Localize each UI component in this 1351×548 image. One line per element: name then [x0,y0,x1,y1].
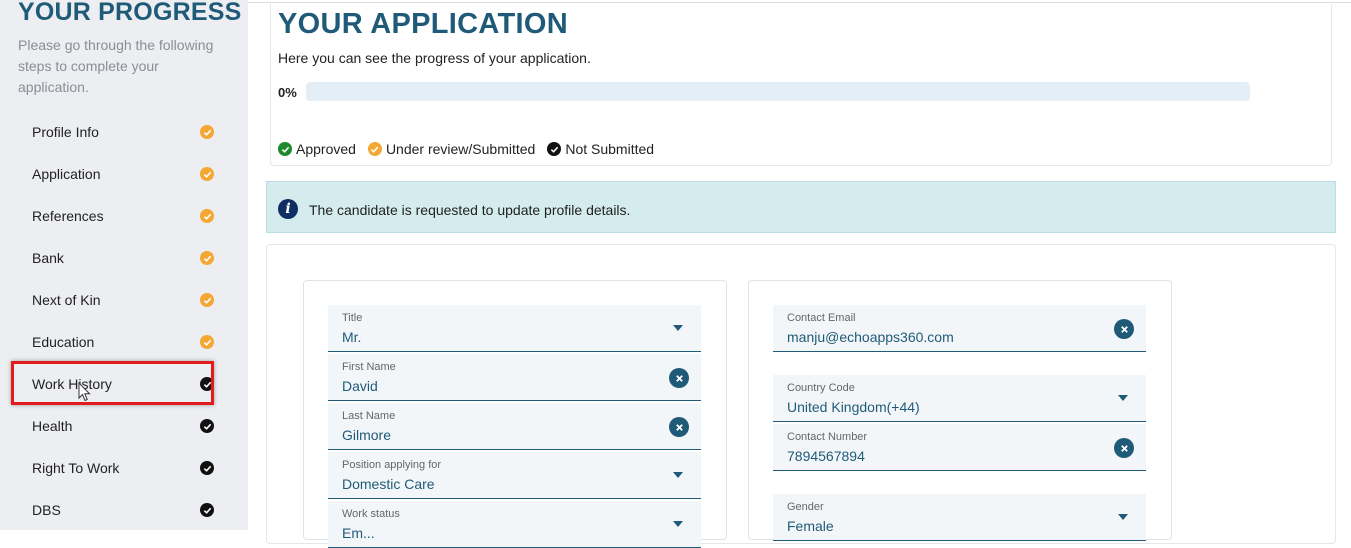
clear-icon[interactable] [1114,319,1134,339]
check-circle-icon [200,335,214,349]
step-dbs[interactable]: DBS [14,493,214,527]
info-message: The candidate is requested to update pro… [309,202,631,218]
legend-label: Under review/Submitted [385,141,536,157]
step-label: Profile Info [32,124,99,140]
contact-email-field[interactable]: Contact Email manju@echoapps360.com [773,305,1146,352]
info-icon: i [278,199,298,219]
mouse-cursor-icon [78,382,91,402]
step-label: References [32,208,104,224]
application-title: YOUR APPLICATION [278,8,568,40]
legend-approved: Approved [278,141,356,157]
top-divider [248,2,1351,3]
field-label: First Name [342,361,396,373]
field-value: manju@echoapps360.com [787,329,954,345]
clear-icon[interactable] [669,368,689,388]
check-circle-icon [200,419,214,433]
step-label: Bank [32,250,64,266]
progress-percent: 0% [278,85,297,100]
step-next-of-kin[interactable]: Next of Kin [14,283,214,317]
contact-number-field[interactable]: Contact Number 7894567894 [773,424,1146,471]
first-name-field[interactable]: First Name David [328,354,701,401]
step-application[interactable]: Application [14,157,214,191]
field-label: Contact Email [787,312,856,324]
step-right-to-work[interactable]: Right To Work [14,451,214,485]
title-select[interactable]: Title Mr. [328,305,701,352]
gender-select[interactable]: Gender Female [773,494,1146,541]
step-references[interactable]: References [14,199,214,233]
field-value: Domestic Care [342,476,435,492]
chevron-down-icon[interactable] [673,325,683,331]
chevron-down-icon[interactable] [1118,395,1128,401]
check-circle-icon [200,209,214,223]
field-label: Work status [342,508,400,520]
check-circle-icon [200,503,214,517]
check-circle-icon [367,142,382,156]
field-value: Em... [342,525,375,541]
progress-sidebar: YOUR PROGRESS Please go through the foll… [0,0,248,530]
step-label: DBS [32,502,61,518]
check-circle-icon [200,461,214,475]
step-label: Next of Kin [32,292,101,308]
check-circle-icon [200,293,214,307]
country-code-select[interactable]: Country Code United Kingdom(+44) [773,375,1146,422]
field-value: David [342,378,378,394]
field-label: Contact Number [787,431,868,443]
legend-under-review: Under review/Submitted [367,141,536,157]
check-circle-icon [200,167,214,181]
step-label: Application [32,166,101,182]
field-label: Last Name [342,410,396,422]
highlight-rectangle [11,361,214,405]
work-status-select[interactable]: Work status Em... [328,501,701,548]
sidebar-title: YOUR PROGRESS [18,0,242,26]
clear-icon[interactable] [669,417,689,437]
field-label: Title [342,312,363,324]
sidebar-description: Please go through the following steps to… [18,37,214,95]
step-bank[interactable]: Bank [14,241,214,275]
check-circle-icon [200,125,214,139]
clear-icon[interactable] [1114,438,1134,458]
last-name-field[interactable]: Last Name Gilmore [328,403,701,450]
position-select[interactable]: Position applying for Domestic Care [328,452,701,499]
field-label: Position applying for [342,459,442,471]
field-value: Gilmore [342,427,392,443]
progress-bar [306,82,1250,101]
check-circle-icon [278,142,292,156]
chevron-down-icon[interactable] [673,472,683,478]
check-circle-icon [200,251,214,265]
field-value: United Kingdom(+44) [787,399,920,415]
chevron-down-icon[interactable] [1118,514,1128,520]
info-banner: i The candidate is requested to update p… [266,181,1336,233]
application-subtitle: Here you can see the progress of your ap… [278,50,591,66]
status-legend: Approved Under review/Submitted Not Subm… [278,141,666,157]
step-label: Right To Work [32,460,120,476]
field-label: Gender [787,501,824,513]
check-circle-icon [547,142,562,156]
legend-label: Approved [296,141,356,157]
step-label: Education [32,334,95,350]
field-label: Country Code [787,382,855,394]
step-label: Health [32,418,73,434]
field-value: 7894567894 [787,448,865,464]
legend-not-submitted: Not Submitted [547,141,654,157]
step-education[interactable]: Education [14,325,214,359]
legend-label: Not Submitted [565,141,655,157]
field-value: Mr. [342,329,362,345]
step-health[interactable]: Health [14,409,214,443]
chevron-down-icon[interactable] [673,521,683,527]
field-value: Female [787,518,834,534]
step-profile-info[interactable]: Profile Info [14,115,214,149]
